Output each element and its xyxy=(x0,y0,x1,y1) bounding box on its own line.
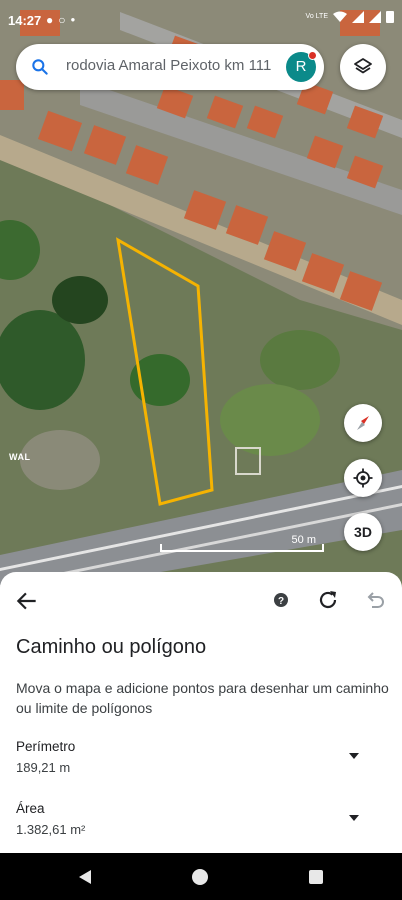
avatar-letter: R xyxy=(295,58,307,75)
status-system-icons: Vo LTE xyxy=(306,10,394,23)
perimeter-expand-icon[interactable] xyxy=(348,752,360,760)
sheet-description: Mova o mapa e adicione pontos para desen… xyxy=(16,680,389,716)
arrow-left-icon[interactable] xyxy=(14,588,40,614)
nav-home-icon[interactable] xyxy=(192,869,208,885)
satellite-map[interactable] xyxy=(0,0,402,600)
nav-recents-icon[interactable] xyxy=(309,870,323,884)
measure-sheet: ? Caminho ou polígono Mova o mapa e adic… xyxy=(0,572,402,853)
status-notification-icons: ● ○ ● xyxy=(46,13,75,27)
area-expand-icon[interactable] xyxy=(348,814,360,822)
system-nav-bar xyxy=(0,853,402,900)
nav-back-icon[interactable] xyxy=(77,869,93,885)
whatsapp-icon: ○ xyxy=(58,13,66,27)
dot-icon: ● xyxy=(70,15,76,24)
wifi-icon xyxy=(333,11,347,22)
volte-label: Vo LTE xyxy=(305,12,328,20)
perimeter-label: Perímetro xyxy=(16,739,76,754)
layers-button[interactable] xyxy=(340,44,386,90)
sheet-title: Caminho ou polígono xyxy=(16,636,207,658)
compass-icon xyxy=(357,416,369,430)
battery-icon xyxy=(386,11,394,23)
watermark-label: WAL xyxy=(9,452,31,462)
search-bar[interactable]: rodovia Amaral Peixoto km 111 R xyxy=(16,44,324,90)
undo-icon[interactable] xyxy=(363,588,387,612)
layers-icon xyxy=(354,58,372,74)
3d-button[interactable]: 3D xyxy=(344,513,382,551)
svg-text:?: ? xyxy=(278,596,284,607)
aerial-imagery xyxy=(0,0,402,600)
scale-bar: 50 m xyxy=(160,534,324,552)
scale-label: 50 m xyxy=(291,534,316,546)
avatar[interactable]: R xyxy=(286,51,317,82)
area-value: 1.382,61 m² xyxy=(16,822,86,837)
messenger-icon: ● xyxy=(46,13,54,27)
search-icon[interactable] xyxy=(30,57,50,77)
search-input[interactable]: rodovia Amaral Peixoto km 111 xyxy=(66,57,296,74)
my-location-icon xyxy=(353,468,373,488)
help-icon[interactable]: ? xyxy=(271,590,291,610)
signal-icon xyxy=(369,10,381,23)
refresh-icon[interactable] xyxy=(316,588,340,612)
my-location-button[interactable] xyxy=(344,459,382,497)
status-bar: 14:27 ● ○ ● Vo LTE xyxy=(0,0,402,40)
area-label: Área xyxy=(16,801,45,816)
notification-dot xyxy=(308,51,317,60)
signal-icon xyxy=(352,10,364,23)
perimeter-value: 189,21 m xyxy=(16,760,71,775)
status-time: 14:27 xyxy=(8,13,42,28)
compass-button[interactable] xyxy=(344,404,382,442)
